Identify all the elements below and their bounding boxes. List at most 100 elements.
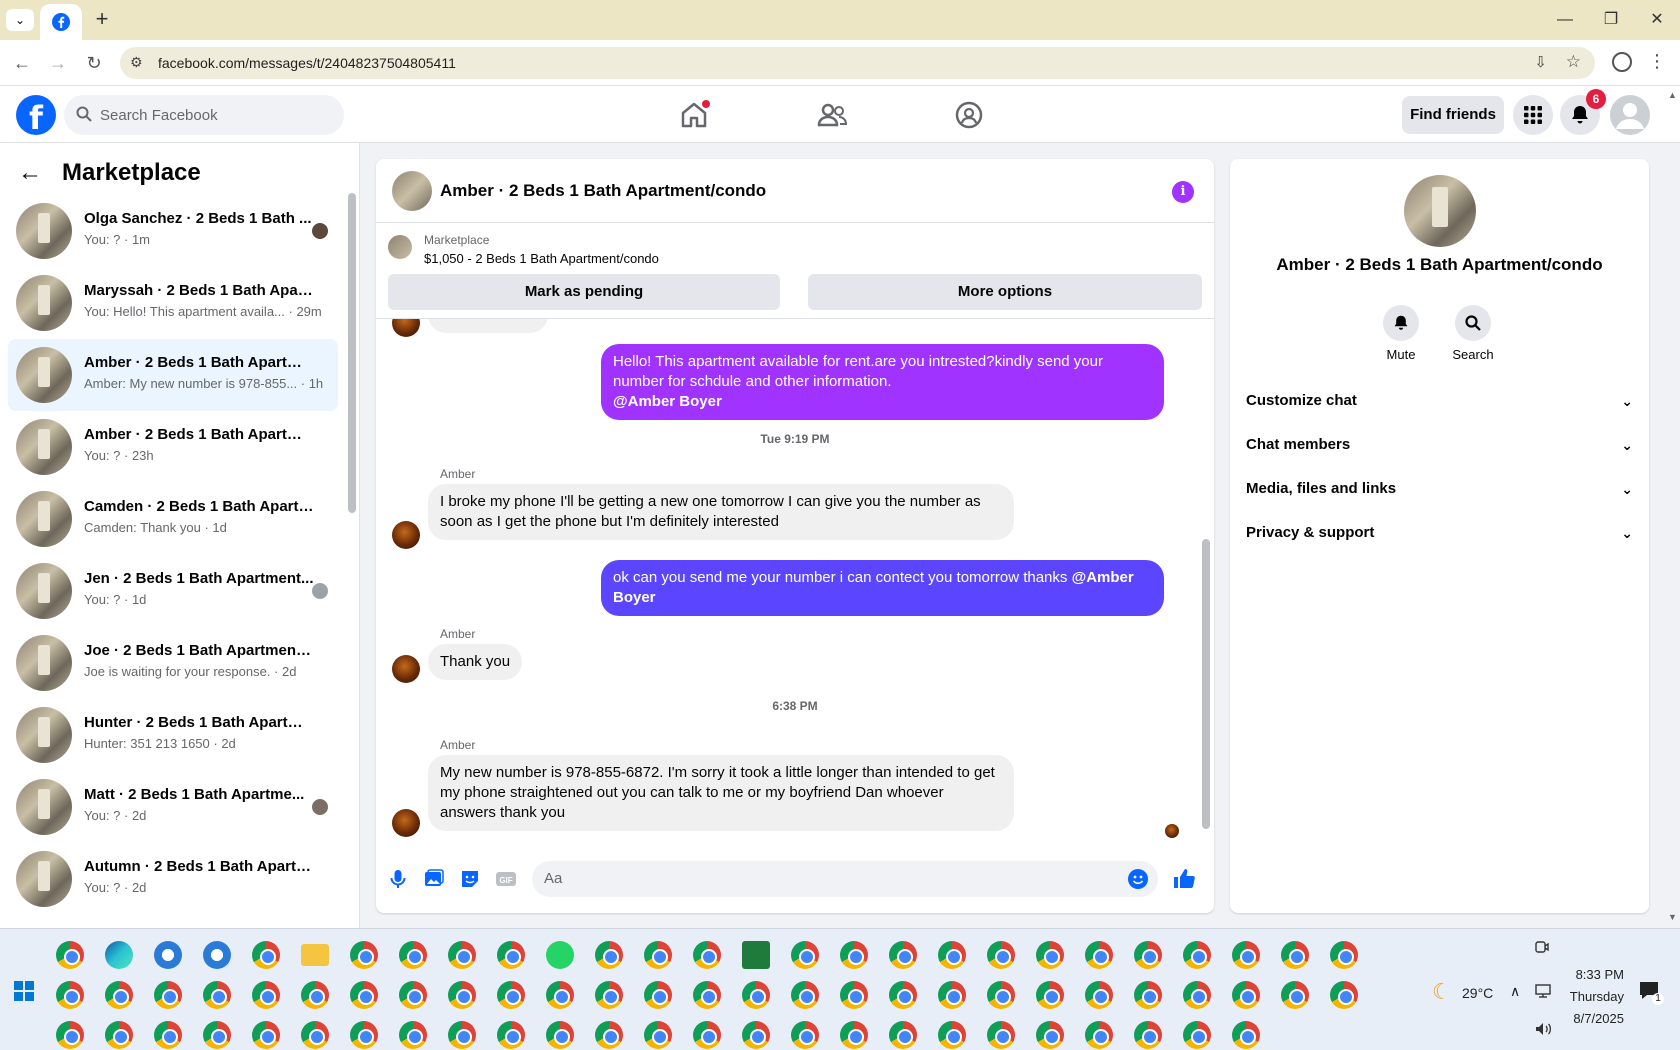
clock-day[interactable]: Thursday — [1568, 989, 1624, 1004]
chrome-taskbar-icon[interactable] — [105, 981, 133, 1009]
volume-icon[interactable] — [1534, 1021, 1552, 1037]
chrome-taskbar-icon[interactable] — [105, 1021, 133, 1049]
customize-chat-section[interactable]: Customize chat ⌄ — [1246, 379, 1633, 423]
restore-button[interactable]: ❐ — [1596, 8, 1626, 32]
install-app-icon[interactable]: ⇩ — [1534, 53, 1547, 71]
chrome-taskbar-icon[interactable] — [1036, 941, 1064, 969]
clock-date[interactable]: 8/7/2025 — [1560, 1011, 1624, 1026]
chrome-taskbar-icon[interactable] — [1036, 981, 1064, 1009]
chrome-taskbar-icon[interactable] — [546, 981, 574, 1009]
chat-scrollbar[interactable] — [1202, 539, 1210, 829]
chrome-taskbar-icon[interactable] — [252, 1021, 280, 1049]
chrome-taskbar-icon[interactable] — [840, 1021, 868, 1049]
meet-now-icon[interactable] — [1534, 939, 1550, 955]
chrome-taskbar-icon[interactable] — [1134, 941, 1162, 969]
sidebar-scrollbar[interactable] — [348, 193, 356, 513]
gif-icon[interactable]: GIF — [494, 867, 518, 891]
emoji-icon[interactable] — [1126, 867, 1150, 891]
incoming-message[interactable]: I broke my phone I'll be getting a new o… — [428, 484, 1014, 540]
chrome-taskbar-icon[interactable] — [252, 941, 280, 969]
chrome-taskbar-icon[interactable] — [791, 981, 819, 1009]
chrome-taskbar-icon[interactable] — [497, 941, 525, 969]
clock-time[interactable]: 8:33 PM — [1568, 967, 1624, 982]
back-arrow-icon[interactable]: ← — [18, 159, 42, 187]
facebook-logo-icon[interactable]: f — [16, 95, 56, 135]
show-hidden-icons-chevron-icon[interactable]: ∧ — [1510, 983, 1520, 1000]
chrome-taskbar-icon[interactable] — [1085, 941, 1113, 969]
browser-profile-icon[interactable] — [1612, 52, 1632, 72]
conversation-item[interactable]: Autumn · 2 Beds 1 Bath Apartme... You: ? … — [8, 843, 338, 915]
chrome-taskbar-icon[interactable] — [791, 941, 819, 969]
amber-avatar[interactable] — [392, 655, 420, 683]
chrome-taskbar-icon[interactable] — [399, 981, 427, 1009]
more-options-button[interactable]: More options — [808, 274, 1202, 310]
message-input[interactable]: Aa — [532, 861, 1158, 897]
app-taskbar-icon[interactable] — [203, 941, 231, 969]
chrome-taskbar-icon[interactable] — [350, 1021, 378, 1049]
chrome-taskbar-icon[interactable] — [987, 1021, 1015, 1049]
chat-title[interactable]: Amber · 2 Beds 1 Bath Apartment/condo — [440, 181, 766, 201]
minimize-button[interactable]: — — [1550, 8, 1580, 32]
chrome-taskbar-icon[interactable] — [154, 981, 182, 1009]
chrome-taskbar-icon[interactable] — [693, 941, 721, 969]
chrome-taskbar-icon[interactable] — [987, 981, 1015, 1009]
whatsapp-icon[interactable] — [546, 941, 574, 969]
chrome-taskbar-icon[interactable] — [546, 1021, 574, 1049]
chrome-taskbar-icon[interactable] — [301, 981, 329, 1009]
find-friends-button[interactable]: Find friends — [1402, 96, 1504, 134]
amber-avatar[interactable] — [392, 809, 420, 837]
page-scroll-down-icon[interactable]: ▼ — [1668, 912, 1677, 922]
chrome-taskbar-icon[interactable] — [1281, 981, 1309, 1009]
chrome-taskbar-icon[interactable] — [595, 1021, 623, 1049]
outgoing-message[interactable]: ok can you send me your number i can con… — [601, 560, 1164, 616]
sticker-icon[interactable] — [458, 867, 482, 891]
back-button[interactable]: ← — [10, 51, 34, 75]
site-info-icon[interactable]: ⚙ — [130, 54, 143, 71]
chrome-taskbar-icon[interactable] — [154, 1021, 182, 1049]
browser-menu-icon[interactable]: ⋮ — [1648, 51, 1666, 72]
temperature[interactable]: 29°C — [1462, 985, 1493, 1001]
account-avatar-button[interactable] — [1610, 95, 1650, 135]
chrome-taskbar-icon[interactable] — [350, 941, 378, 969]
windows-start-icon[interactable] — [14, 981, 34, 1001]
chrome-taskbar-icon[interactable] — [742, 981, 770, 1009]
conversation-item-active[interactable]: Amber · 2 Beds 1 Bath Apartmen... Amber: … — [8, 339, 338, 411]
listing-title[interactable]: $1,050 - 2 Beds 1 Bath Apartment/condo — [424, 251, 659, 266]
chrome-taskbar-icon[interactable] — [1183, 1021, 1211, 1049]
chrome-taskbar-icon[interactable] — [595, 981, 623, 1009]
chrome-taskbar-icon[interactable] — [448, 941, 476, 969]
conversation-item[interactable]: Camden · 2 Beds 1 Bath Apartm... Camden: … — [8, 483, 338, 555]
chrome-taskbar-icon[interactable] — [889, 1021, 917, 1049]
incoming-message[interactable]: Thank you — [428, 644, 523, 680]
edge-taskbar-icon[interactable] — [105, 941, 133, 969]
url-field[interactable]: ⚙ facebook.com/messages/t/24048237504805… — [120, 47, 1595, 79]
browser-tab-facebook[interactable] — [40, 4, 82, 40]
chrome-taskbar-icon[interactable] — [1330, 941, 1358, 969]
chrome-taskbar-icon[interactable] — [693, 981, 721, 1009]
chrome-taskbar-icon[interactable] — [938, 981, 966, 1009]
network-icon[interactable] — [1534, 983, 1552, 999]
chrome-taskbar-icon[interactable] — [840, 941, 868, 969]
chrome-taskbar-icon[interactable] — [448, 1021, 476, 1049]
chrome-taskbar-icon[interactable] — [644, 1021, 672, 1049]
photo-icon[interactable] — [422, 867, 446, 891]
facebook-search-input[interactable]: Search Facebook — [64, 95, 344, 135]
conversation-item[interactable]: Olga Sanchez · 2 Beds 1 Bath ... You: ? ·… — [8, 195, 338, 267]
chrome-taskbar-icon[interactable] — [889, 981, 917, 1009]
chrome-taskbar-icon[interactable] — [644, 981, 672, 1009]
chrome-taskbar-icon[interactable] — [1183, 981, 1211, 1009]
chrome-taskbar-icon[interactable] — [938, 1021, 966, 1049]
amber-avatar[interactable] — [392, 521, 420, 549]
chrome-taskbar-icon[interactable] — [1085, 981, 1113, 1009]
chat-profile-picture[interactable] — [1404, 175, 1476, 247]
chrome-taskbar-icon[interactable] — [1085, 1021, 1113, 1049]
chrome-taskbar-icon[interactable] — [693, 1021, 721, 1049]
chrome-taskbar-icon[interactable] — [56, 981, 84, 1009]
app-taskbar-icon[interactable] — [154, 941, 182, 969]
groups-icon[interactable] — [952, 98, 986, 132]
search-in-chat-button[interactable]: Search — [1438, 305, 1508, 362]
conversation-item[interactable]: Matt · 2 Beds 1 Bath Apartme... You: ? · … — [8, 771, 338, 843]
chrome-taskbar-icon[interactable] — [203, 1021, 231, 1049]
conversation-item[interactable]: Joe · 2 Beds 1 Bath Apartment/c... Joe is… — [8, 627, 338, 699]
incoming-message[interactable]: My new number is 978-855-6872. I'm sorry… — [428, 755, 1014, 831]
